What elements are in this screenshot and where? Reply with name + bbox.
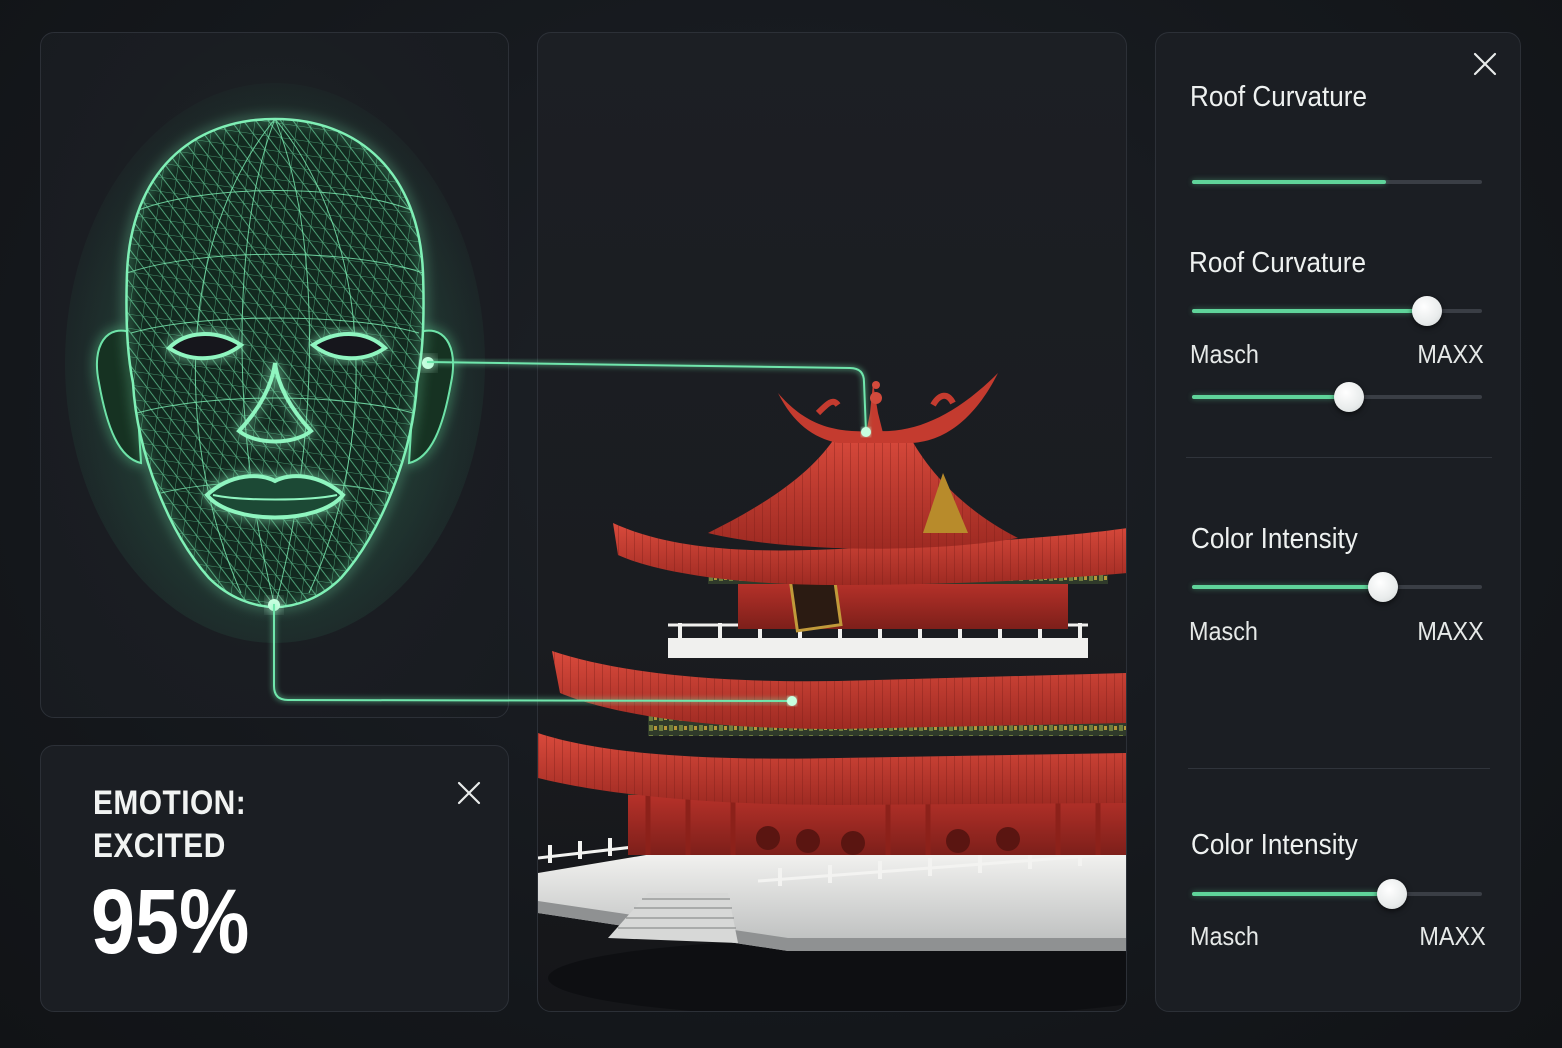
color-intensity-slider-2[interactable] bbox=[1192, 879, 1482, 909]
color-intensity-title-2: Color Intensity bbox=[1191, 829, 1358, 861]
slider-thumb[interactable] bbox=[1377, 879, 1408, 909]
roof-curvature-title: Roof Curvature bbox=[1190, 81, 1367, 113]
roof-curvature-slider-2[interactable] bbox=[1192, 296, 1482, 326]
controls-close-button[interactable] bbox=[1470, 49, 1500, 79]
controls-panel: Roof Curvature Roof Curvature Masch MAXX… bbox=[1155, 32, 1521, 1012]
slider-thumb[interactable] bbox=[1333, 382, 1364, 412]
slider-min-label: Masch bbox=[1190, 921, 1259, 951]
color-intensity-title: Color Intensity bbox=[1191, 523, 1358, 555]
slider-thumb[interactable] bbox=[1411, 296, 1442, 326]
section-divider bbox=[1188, 768, 1490, 769]
close-icon bbox=[1473, 52, 1497, 76]
connector-node bbox=[861, 427, 871, 437]
color-intensity-slider[interactable] bbox=[1192, 572, 1482, 602]
roof-curvature-title-2: Roof Curvature bbox=[1189, 247, 1366, 279]
slider-min-label: Masch bbox=[1189, 616, 1258, 646]
roof-curvature-secondary-slider[interactable] bbox=[1192, 382, 1482, 412]
connector-node bbox=[787, 696, 797, 706]
slider-thumb[interactable] bbox=[1368, 572, 1399, 602]
slider-min-label: Masch bbox=[1190, 339, 1259, 369]
slider-fill bbox=[1192, 395, 1349, 399]
slider-max-label: MAXX bbox=[1417, 616, 1484, 646]
slider-max-label: MAXX bbox=[1419, 921, 1486, 951]
slider-fill bbox=[1192, 180, 1387, 184]
slider-fill bbox=[1192, 309, 1427, 313]
slider-fill bbox=[1192, 892, 1393, 896]
slider-fill bbox=[1192, 585, 1384, 589]
roof-curvature-slider[interactable] bbox=[1192, 169, 1482, 195]
section-divider bbox=[1186, 457, 1492, 458]
slider-max-label: MAXX bbox=[1417, 339, 1484, 369]
app-canvas: EMOTION: EXCITED 95% Roof Curvature Roof… bbox=[0, 0, 1562, 1048]
